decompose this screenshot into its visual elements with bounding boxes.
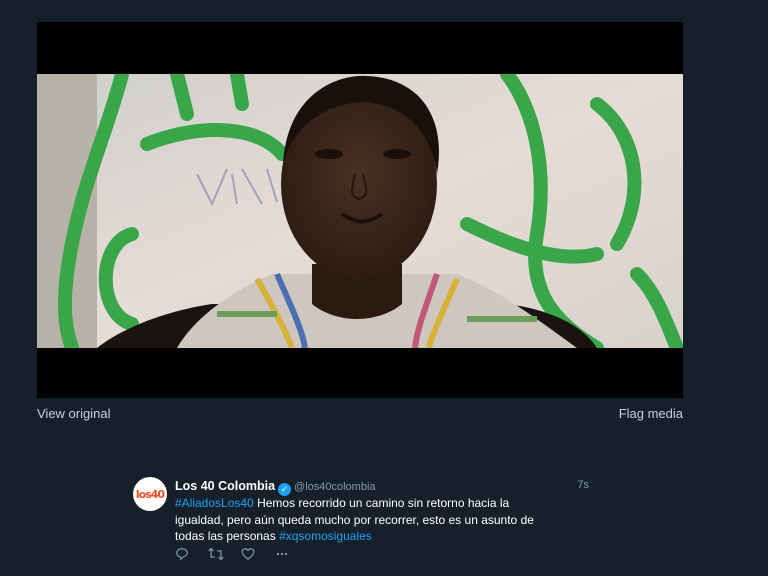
tweet-text-line-2: igualdad, pero aún queda mucho por recor… xyxy=(175,512,534,527)
tweet-text-line-1: Hemos recorrido un camino sin retorno ha… xyxy=(253,496,510,510)
view-original-link[interactable]: View original xyxy=(37,406,110,421)
timestamp[interactable]: 7s xyxy=(577,479,589,491)
media-viewer xyxy=(37,22,683,398)
video-frame[interactable] xyxy=(37,74,683,348)
more-icon[interactable] xyxy=(274,547,307,563)
reply-icon[interactable] xyxy=(175,547,208,563)
avatar-logo-text: los40 xyxy=(135,487,165,501)
retweet-icon[interactable] xyxy=(208,547,241,563)
hashtag-link[interactable]: #xqsomosiguales xyxy=(279,529,372,543)
flag-media-link[interactable]: Flag media xyxy=(619,406,683,421)
like-icon[interactable] xyxy=(241,547,274,563)
tweet-text: #AliadosLos40 Hemos recorrido un camino … xyxy=(175,495,575,545)
avatar[interactable]: los40 xyxy=(133,477,167,511)
tweet-text-line-3: todas las personas xyxy=(175,529,280,543)
tweet-actions xyxy=(175,547,307,563)
hashtag-link[interactable]: #AliadosLos40 xyxy=(175,496,254,510)
display-name[interactable]: Los 40 Colombia xyxy=(175,479,275,493)
user-handle[interactable]: @los40colombia xyxy=(294,481,376,493)
